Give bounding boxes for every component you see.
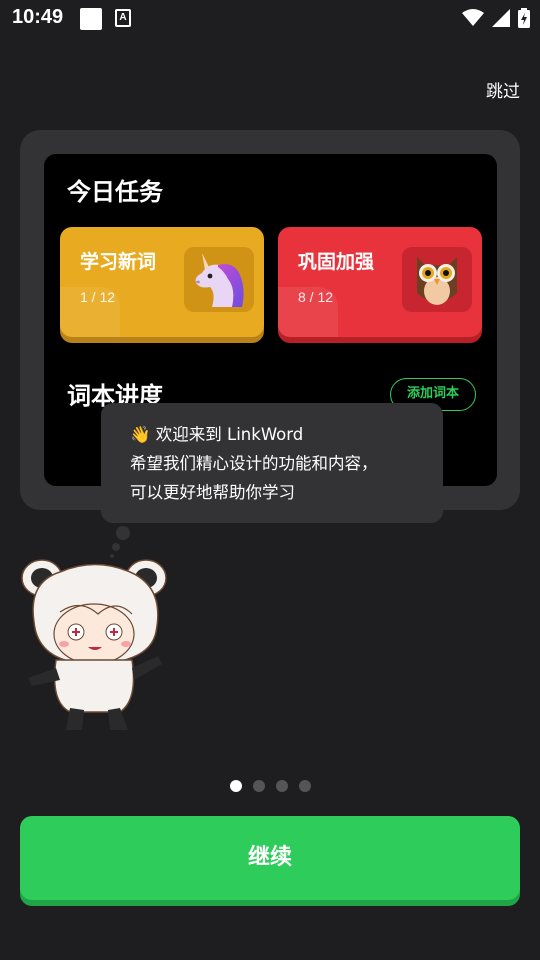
page-dot[interactable] [275, 780, 288, 792]
tooltip-line-2: 希望我们精心设计的功能和内容， [130, 454, 378, 473]
notification-icon [80, 8, 102, 30]
page-dot[interactable] [252, 780, 265, 792]
signal-icon [492, 9, 510, 27]
unicorn-icon [184, 247, 254, 312]
task-card-learn-new[interactable]: 学习新词 1 / 12 [60, 227, 264, 337]
task-title: 学习新词 [80, 251, 157, 273]
thought-bubble-dot [116, 526, 130, 540]
tooltip-line-3: 可以更好地帮助你学习 [130, 483, 295, 502]
tooltip-line-welcome: 👋 欢迎来到 LinkWord [130, 425, 304, 444]
status-bar: 10:49 A [0, 0, 540, 36]
welcome-tooltip: 👋 欢迎来到 LinkWord 希望我们精心设计的功能和内容， 可以更好地帮助你… [101, 403, 443, 523]
task-title: 巩固加强 [298, 251, 375, 273]
page-indicator [0, 780, 540, 792]
page-dot-active[interactable] [229, 780, 242, 792]
page-dot[interactable] [298, 780, 311, 792]
owl-icon [402, 247, 472, 312]
today-tasks-title: 今日任务 [67, 178, 163, 206]
status-time: 10:49 [12, 6, 64, 28]
skip-button[interactable]: 跳过 [486, 77, 520, 102]
thought-bubble-dot [112, 543, 120, 551]
battery-icon [518, 8, 530, 28]
notification-badge-icon: A [115, 9, 131, 27]
status-icons [462, 6, 530, 30]
task-count: 1 / 12 [80, 289, 116, 305]
continue-button[interactable]: 继续 [20, 816, 520, 900]
task-card-reinforce[interactable]: 巩固加强 8 / 12 [278, 227, 482, 337]
panda-mascot-icon [21, 559, 167, 730]
wifi-icon [462, 9, 484, 26]
task-count: 8 / 12 [298, 289, 334, 305]
